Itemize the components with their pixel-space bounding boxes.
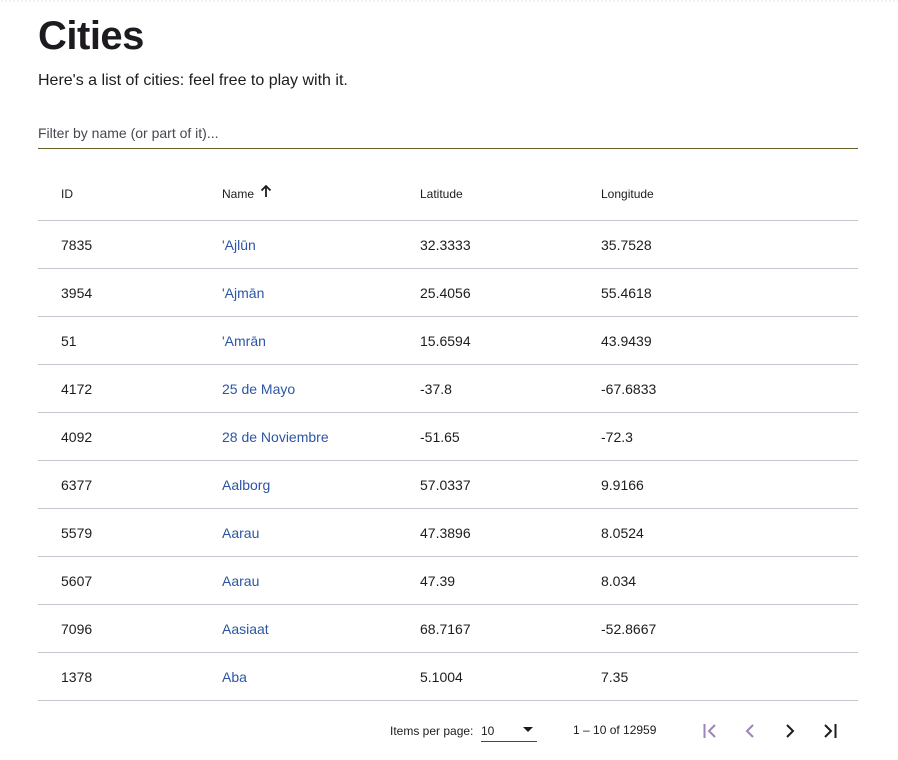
column-header-label: Longitude (601, 187, 654, 201)
cell-id: 7096 (38, 604, 222, 653)
cell-name: Aarau (222, 556, 420, 605)
cell-latitude: -51.65 (420, 412, 601, 461)
last-page-button[interactable] (814, 716, 846, 748)
table-row: 1378 Aba 5.1004 7.35 (38, 652, 858, 701)
city-link[interactable]: 25 de Mayo (222, 381, 295, 397)
cell-longitude: 9.9166 (601, 460, 858, 509)
table-row: 7096 Aasiaat 68.7167 -52.8667 (38, 604, 858, 653)
city-link[interactable]: Aarau (222, 573, 259, 589)
page-title: Cities (38, 14, 144, 58)
cell-longitude: 55.4618 (601, 268, 858, 317)
chevron-left-icon (740, 721, 760, 744)
city-link[interactable]: Aba (222, 669, 247, 685)
column-header-name[interactable]: Name (222, 168, 420, 221)
table-row: 3954 'Ajmān 25.4056 55.4618 (38, 268, 858, 317)
filter-input[interactable] (38, 118, 858, 148)
cell-latitude: 47.3896 (420, 508, 601, 557)
table-row: 51 'Amrān 15.6594 43.9439 (38, 316, 858, 365)
cell-name: Aarau (222, 508, 420, 557)
range-label: 1 – 10 of 12959 (573, 723, 657, 737)
cell-longitude: 35.7528 (601, 220, 858, 269)
cell-longitude: -67.6833 (601, 364, 858, 413)
top-dotted-border (0, 0, 898, 2)
cell-id: 4172 (38, 364, 222, 413)
filter-field (38, 118, 858, 149)
previous-page-button[interactable] (734, 716, 766, 748)
cell-name: 'Ajlūn (222, 220, 420, 269)
cell-name: Aalborg (222, 460, 420, 509)
column-header-latitude[interactable]: Latitude (420, 168, 601, 221)
city-link[interactable]: 'Ajlūn (222, 237, 256, 253)
cell-latitude: 68.7167 (420, 604, 601, 653)
last-page-icon (820, 721, 840, 744)
cell-longitude: 8.0524 (601, 508, 858, 557)
paginator: Items per page: 10 1 – 10 of 12959 (38, 714, 858, 750)
cell-id: 1378 (38, 652, 222, 701)
cell-name: 'Ajmān (222, 268, 420, 317)
cell-longitude: 8.034 (601, 556, 858, 605)
table-row: 4172 25 de Mayo -37.8 -67.6833 (38, 364, 858, 413)
column-header-label: Name (222, 186, 255, 201)
cell-latitude: 15.6594 (420, 316, 601, 365)
cell-id: 4092 (38, 412, 222, 461)
cell-id: 3954 (38, 268, 222, 317)
items-per-page-value: 10 (481, 724, 495, 738)
chevron-right-icon (780, 721, 800, 744)
cell-latitude: 5.1004 (420, 652, 601, 701)
column-header-longitude[interactable]: Longitude (601, 168, 858, 221)
cell-id: 7835 (38, 220, 222, 269)
cell-latitude: -37.8 (420, 364, 601, 413)
column-header-label: Latitude (420, 187, 463, 201)
column-header-id[interactable]: ID (38, 168, 222, 221)
cell-name: Aba (222, 652, 420, 701)
table-row: 4092 28 de Noviembre -51.65 -72.3 (38, 412, 858, 461)
column-header-label: ID (61, 187, 73, 201)
table-row: 7835 'Ajlūn 32.3333 35.7528 (38, 220, 858, 269)
table-row: 5607 Aarau 47.39 8.034 (38, 556, 858, 605)
cell-name: 28 de Noviembre (222, 412, 420, 461)
cell-longitude: 43.9439 (601, 316, 858, 365)
next-page-button[interactable] (774, 716, 806, 748)
city-link[interactable]: 'Ajmān (222, 285, 264, 301)
caret-down-icon (523, 727, 533, 732)
cell-longitude: -72.3 (601, 412, 858, 461)
cell-name: 'Amrān (222, 316, 420, 365)
cell-longitude: -52.8667 (601, 604, 858, 653)
cell-id: 51 (38, 316, 222, 365)
city-link[interactable]: Aarau (222, 525, 259, 541)
page-subtitle: Here's a list of cities: feel free to pl… (38, 72, 348, 89)
cell-latitude: 25.4056 (420, 268, 601, 317)
city-link[interactable]: 28 de Noviembre (222, 429, 329, 445)
city-link[interactable]: Aasiaat (222, 621, 269, 637)
table-header-row: ID Name Latitude Longitude (38, 168, 858, 221)
cell-name: Aasiaat (222, 604, 420, 653)
cell-latitude: 47.39 (420, 556, 601, 605)
city-link[interactable]: 'Amrān (222, 333, 266, 349)
cell-id: 5579 (38, 508, 222, 557)
items-per-page-select[interactable]: 10 (481, 717, 537, 742)
cell-latitude: 57.0337 (420, 460, 601, 509)
cell-longitude: 7.35 (601, 652, 858, 701)
cell-id: 6377 (38, 460, 222, 509)
table-row: 5579 Aarau 47.3896 8.0524 (38, 508, 858, 557)
city-link[interactable]: Aalborg (222, 477, 270, 493)
arrow-up-icon (260, 185, 272, 201)
cell-id: 5607 (38, 556, 222, 605)
items-per-page-label: Items per page: (390, 724, 474, 738)
first-page-button[interactable] (694, 716, 726, 748)
cities-table: ID Name Latitude Longitude 7835 'Ajlūn 3… (38, 168, 858, 701)
cell-name: 25 de Mayo (222, 364, 420, 413)
cell-latitude: 32.3333 (420, 220, 601, 269)
table-row: 6377 Aalborg 57.0337 9.9166 (38, 460, 858, 509)
first-page-icon (700, 721, 720, 744)
